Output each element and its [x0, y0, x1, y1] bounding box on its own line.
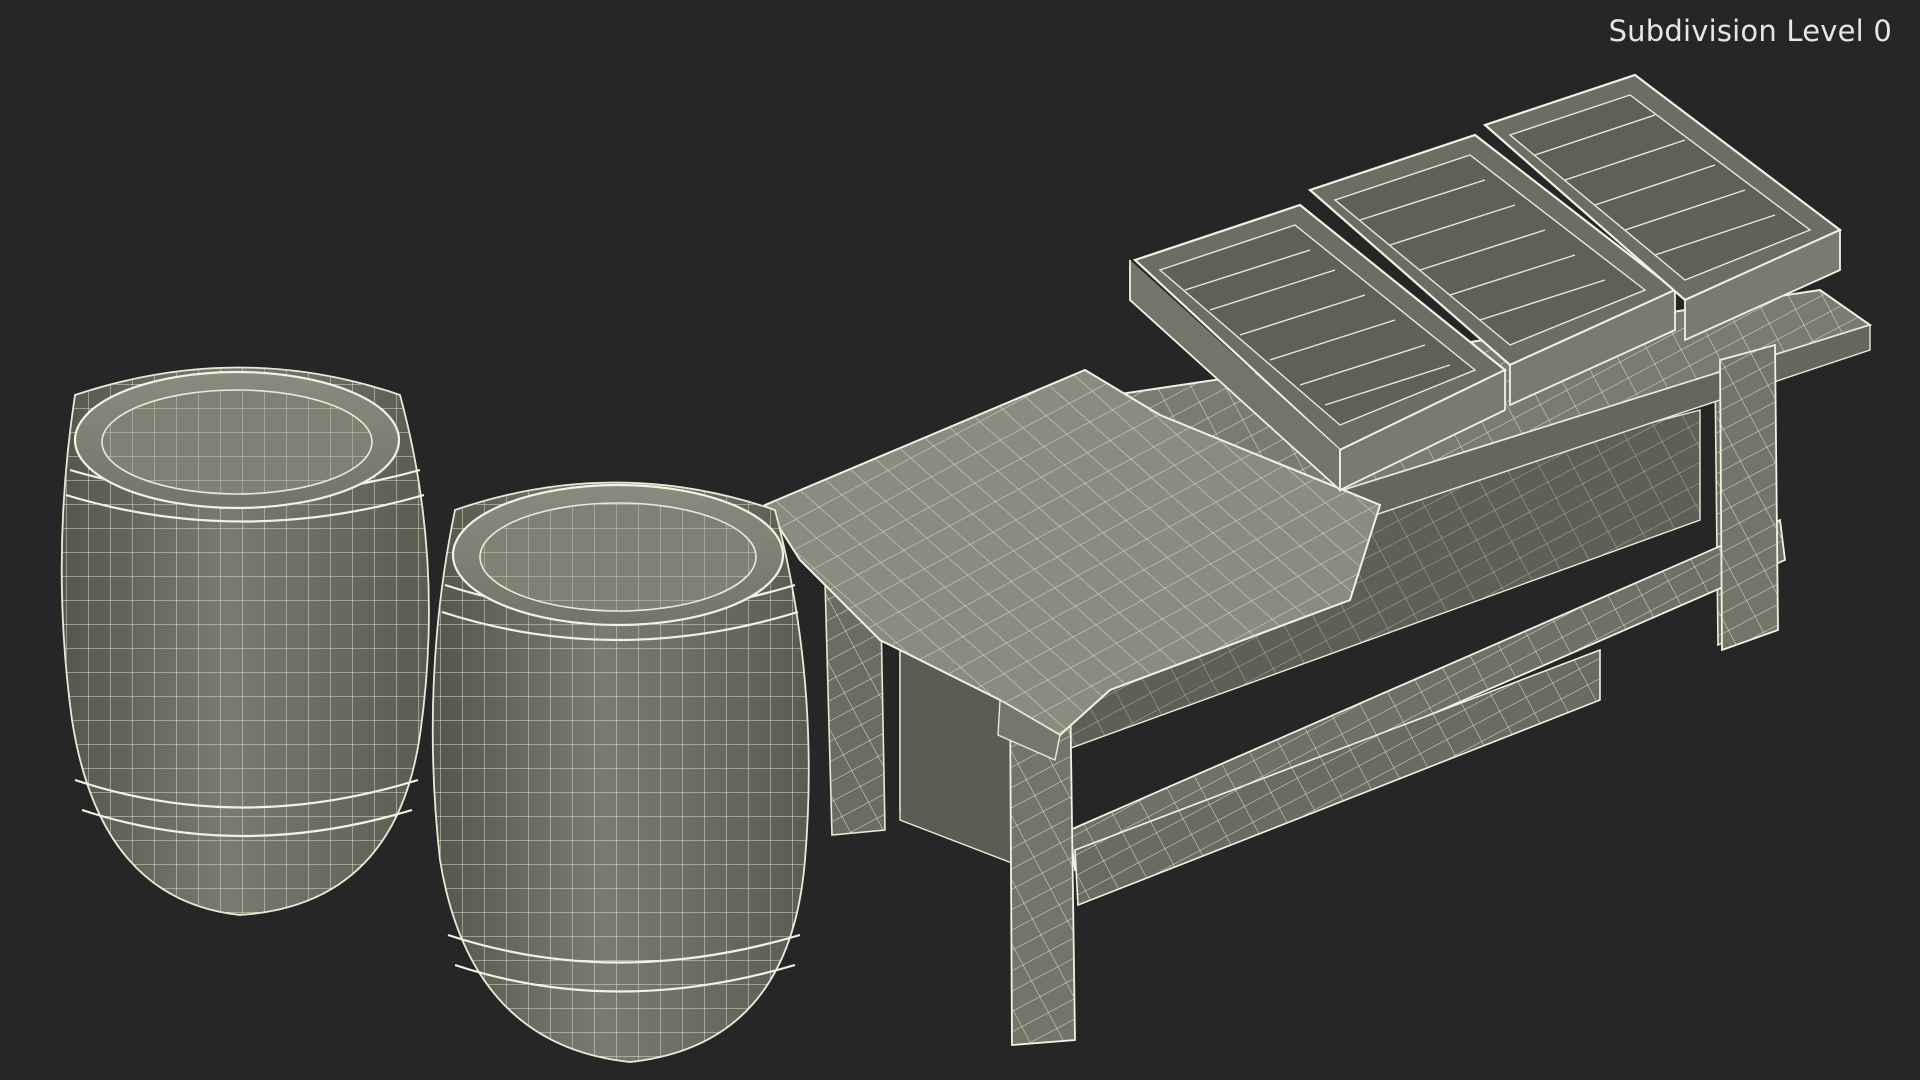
subdivision-level-label: Subdivision Level 0	[1608, 14, 1892, 48]
barrel-right	[431, 481, 810, 1063]
barrel-left	[60, 366, 430, 916]
viewport-render	[60, 73, 1873, 1063]
